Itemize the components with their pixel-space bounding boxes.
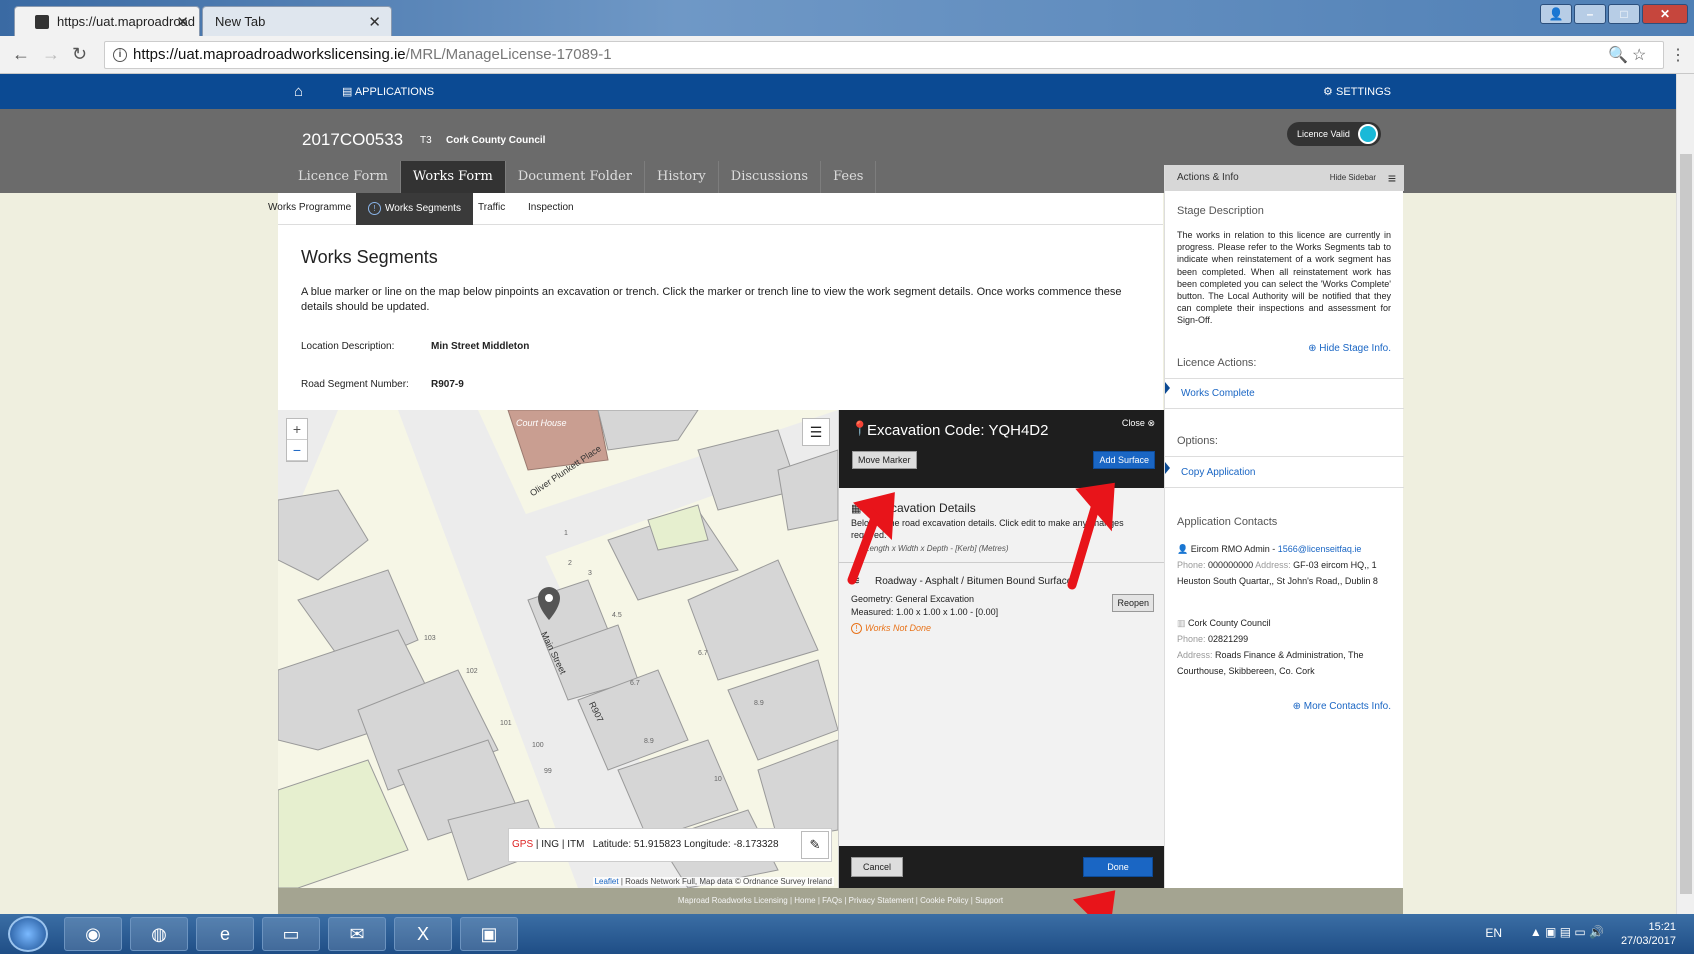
tray-icons[interactable]: ▲ ▣ ▤ ▭ 🔊 — [1530, 925, 1604, 939]
annotation-arrows — [847, 482, 1116, 954]
outlook-taskbar-icon[interactable]: ✉ — [328, 917, 386, 951]
clock-date: 27/03/2017 — [1620, 935, 1676, 947]
excel-taskbar-icon[interactable]: X — [394, 917, 452, 951]
chrome-taskbar-icon[interactable]: ◉ — [64, 917, 122, 951]
ie-taskbar-icon[interactable]: e — [196, 917, 254, 951]
clock[interactable]: 15:21 27/03/2017 — [1621, 920, 1676, 948]
windows-taskbar: ◉ ◍ e ▭ ✉ X ▣ EN ▲ ▣ ▤ ▭ 🔊 15:21 27/03/2… — [0, 914, 1694, 954]
firefox-taskbar-icon[interactable]: ◍ — [130, 917, 188, 951]
clock-time: 15:21 — [1648, 921, 1676, 933]
language-indicator[interactable]: EN — [1485, 926, 1502, 940]
explorer-taskbar-icon[interactable]: ▭ — [262, 917, 320, 951]
app-taskbar-icon[interactable]: ▣ — [460, 917, 518, 951]
start-button[interactable] — [8, 916, 48, 952]
